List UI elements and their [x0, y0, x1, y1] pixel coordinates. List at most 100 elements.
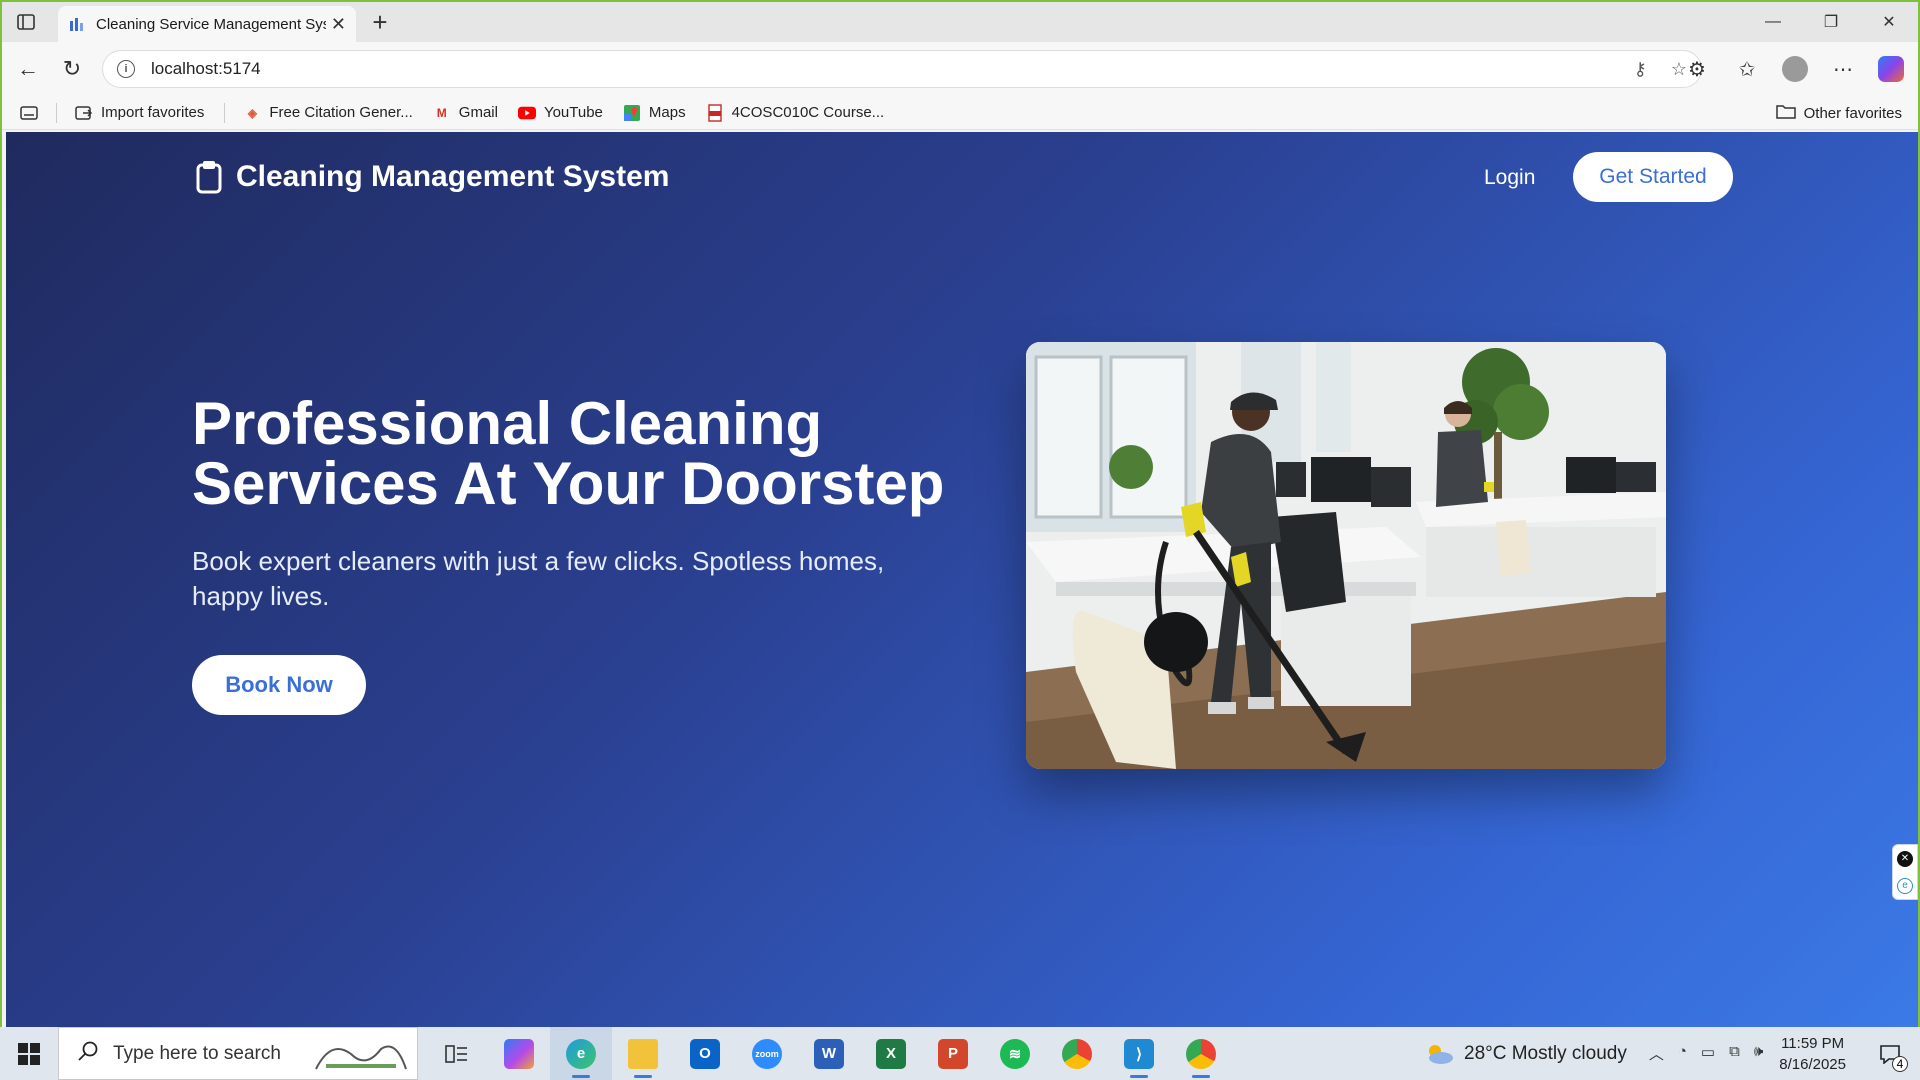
toolbar-icons: ⚙ ✩ ⋯: [1682, 54, 1904, 84]
bookmark-label: Import favorites: [101, 104, 205, 121]
back-arrow-icon[interactable]: ←: [14, 55, 42, 83]
more-menu-icon[interactable]: ⋯: [1828, 54, 1858, 84]
address-bar-actions: ⚷ ☆: [1634, 59, 1687, 80]
active-tab[interactable]: Cleaning Service Management System ✕: [58, 6, 356, 42]
url-text: localhost:5174: [151, 59, 261, 78]
spotify-icon[interactable]: ≋: [984, 1027, 1046, 1080]
key-icon[interactable]: ⚷: [1634, 59, 1647, 80]
site-info-icon[interactable]: i: [117, 60, 135, 78]
close-window-icon[interactable]: ✕: [1860, 2, 1918, 42]
window-controls: — ❐ ✕: [1744, 2, 1918, 42]
browser-window: Cleaning Service Management System ✕ + —…: [0, 0, 1920, 1027]
extensions-icon[interactable]: ⚙: [1682, 54, 1712, 84]
bookmark-import-favorites[interactable]: Import favorites: [75, 104, 204, 122]
clipboard-icon: [196, 160, 222, 194]
widget-edge-icon[interactable]: e: [1897, 877, 1913, 894]
copilot-app-icon[interactable]: [488, 1027, 550, 1080]
tray-icons: ︿ ◔ ▭ ⧉ 🕪: [1649, 1043, 1763, 1064]
word-icon[interactable]: W: [798, 1027, 860, 1080]
bookmark-label: Maps: [648, 104, 686, 121]
bookmark-label: YouTube: [543, 104, 603, 121]
task-view-icon[interactable]: [426, 1027, 488, 1080]
hero-subtitle: Book expert cleaners with just a few cli…: [192, 546, 885, 611]
display-icon[interactable]: ⧉: [1729, 1043, 1740, 1064]
site-favicon-icon: [68, 15, 86, 33]
volume-icon[interactable]: 🕪: [1754, 1043, 1763, 1064]
search-icon: [77, 1040, 99, 1067]
youtube-icon: [517, 104, 536, 122]
bookmark-gmail[interactable]: M Gmail: [433, 104, 498, 122]
widget-close-icon[interactable]: ✕: [1897, 850, 1913, 867]
bookmark-label: Free Citation Gener...: [269, 104, 413, 121]
tab-bar: Cleaning Service Management System ✕ + —…: [2, 2, 1918, 42]
other-favorites[interactable]: Other favorites: [1775, 96, 1902, 130]
hero-title: Professional Cleaning Services At Your D…: [192, 394, 992, 514]
zoom-icon[interactable]: zoom: [736, 1027, 798, 1080]
file-explorer-icon[interactable]: [612, 1027, 674, 1080]
site-navbar: Cleaning Management System Login Get Sta…: [6, 132, 1918, 224]
chrome-profile-icon[interactable]: [1170, 1027, 1232, 1080]
excel-icon[interactable]: X: [860, 1027, 922, 1080]
hero-image-office-cleaners: [1026, 342, 1666, 769]
copilot-icon[interactable]: [1878, 56, 1904, 82]
weather-widget[interactable]: 28°C Mostly cloudy: [1424, 1043, 1627, 1065]
profile-avatar[interactable]: [1782, 56, 1808, 82]
favorites-icon[interactable]: ✩: [1732, 54, 1762, 84]
brand-name: Cleaning Management System: [236, 160, 670, 193]
notification-count: 4: [1892, 1055, 1908, 1072]
restore-icon[interactable]: ❐: [1802, 2, 1860, 42]
minimize-icon[interactable]: —: [1744, 2, 1802, 42]
browser-toolbar: ← ↻ i localhost:5174 ⚷ ☆ ⚙ ✩ ⋯: [2, 42, 1918, 96]
chevron-up-icon[interactable]: ︿: [1649, 1043, 1664, 1064]
citation-icon: ◈: [247, 105, 257, 120]
taskbar-apps: e O zoom W X P ≋ ⟩: [426, 1027, 1232, 1080]
wifi-icon[interactable]: ◔: [1678, 1043, 1687, 1064]
windows-taskbar: Type here to search e O zoom W X P ≋ ⟩ 2…: [0, 1027, 1920, 1080]
tab-title: Cleaning Service Management System: [96, 15, 326, 33]
login-link[interactable]: Login: [1484, 166, 1535, 190]
folder-icon: [1775, 103, 1796, 123]
book-now-button[interactable]: Book Now: [192, 655, 366, 715]
chrome-icon[interactable]: [1046, 1027, 1108, 1080]
bookmark-maps[interactable]: Maps: [623, 104, 686, 122]
side-extension-widget: ✕ e: [1892, 844, 1918, 900]
search-placeholder: Type here to search: [113, 1042, 281, 1064]
maps-icon: [623, 104, 641, 122]
refresh-icon[interactable]: ↻: [58, 55, 86, 83]
gmail-icon: M: [436, 105, 447, 120]
tab-actions-icon[interactable]: [12, 10, 40, 34]
powerpoint-icon[interactable]: P: [922, 1027, 984, 1080]
edge-app-icon[interactable]: e: [550, 1027, 612, 1080]
clock-time: 11:59 PM: [1781, 1034, 1845, 1052]
bookmarks-bar: Import favorites ◈ Free Citation Gener..…: [2, 96, 1918, 130]
bookmark-label: Gmail: [458, 104, 498, 121]
page-viewport: Cleaning Management System Login Get Sta…: [6, 132, 1918, 1027]
other-favorites-label: Other favorites: [1803, 104, 1902, 122]
bookmark-separator: [56, 102, 57, 123]
hero-title-line-1: Professional Cleaning: [192, 390, 823, 457]
taskbar-clock[interactable]: 11:59 PM 8/16/2025: [1779, 1033, 1846, 1075]
bookmark-citation[interactable]: ◈ Free Citation Gener...: [243, 104, 413, 122]
system-tray: 28°C Mostly cloudy ︿ ◔ ▭ ⧉ 🕪 11:59 PM 8/…: [1424, 1027, 1920, 1080]
new-tab-icon[interactable]: +: [366, 7, 394, 37]
outlook-icon[interactable]: O: [674, 1027, 736, 1080]
cloud-sun-icon: [1429, 1044, 1453, 1064]
search-highlight-art-icon: [315, 1045, 407, 1070]
weather-text: 28°C Mostly cloudy: [1464, 1042, 1627, 1064]
taskbar-search[interactable]: Type here to search: [58, 1027, 418, 1080]
site-brand[interactable]: Cleaning Management System: [196, 160, 669, 194]
hero-title-line-2: Services At Your Doorstep: [192, 450, 945, 517]
battery-icon[interactable]: ▭: [1701, 1043, 1715, 1064]
pdf-icon: [706, 103, 724, 122]
sidebar-toggle-icon[interactable]: [20, 105, 38, 120]
bookmark-course[interactable]: 4COSC010C Course...: [706, 103, 884, 122]
address-bar[interactable]: i localhost:5174 ⚷ ☆: [102, 50, 1702, 88]
windows-start-icon[interactable]: [0, 1027, 58, 1080]
tab-close-icon[interactable]: ✕: [331, 14, 346, 35]
bookmark-youtube[interactable]: YouTube: [517, 104, 603, 122]
notification-center-icon[interactable]: 4: [1868, 1044, 1912, 1072]
import-icon: [75, 104, 93, 122]
bookmark-separator: [224, 102, 226, 123]
get-started-button[interactable]: Get Started: [1573, 152, 1733, 202]
vscode-icon[interactable]: ⟩: [1108, 1027, 1170, 1080]
